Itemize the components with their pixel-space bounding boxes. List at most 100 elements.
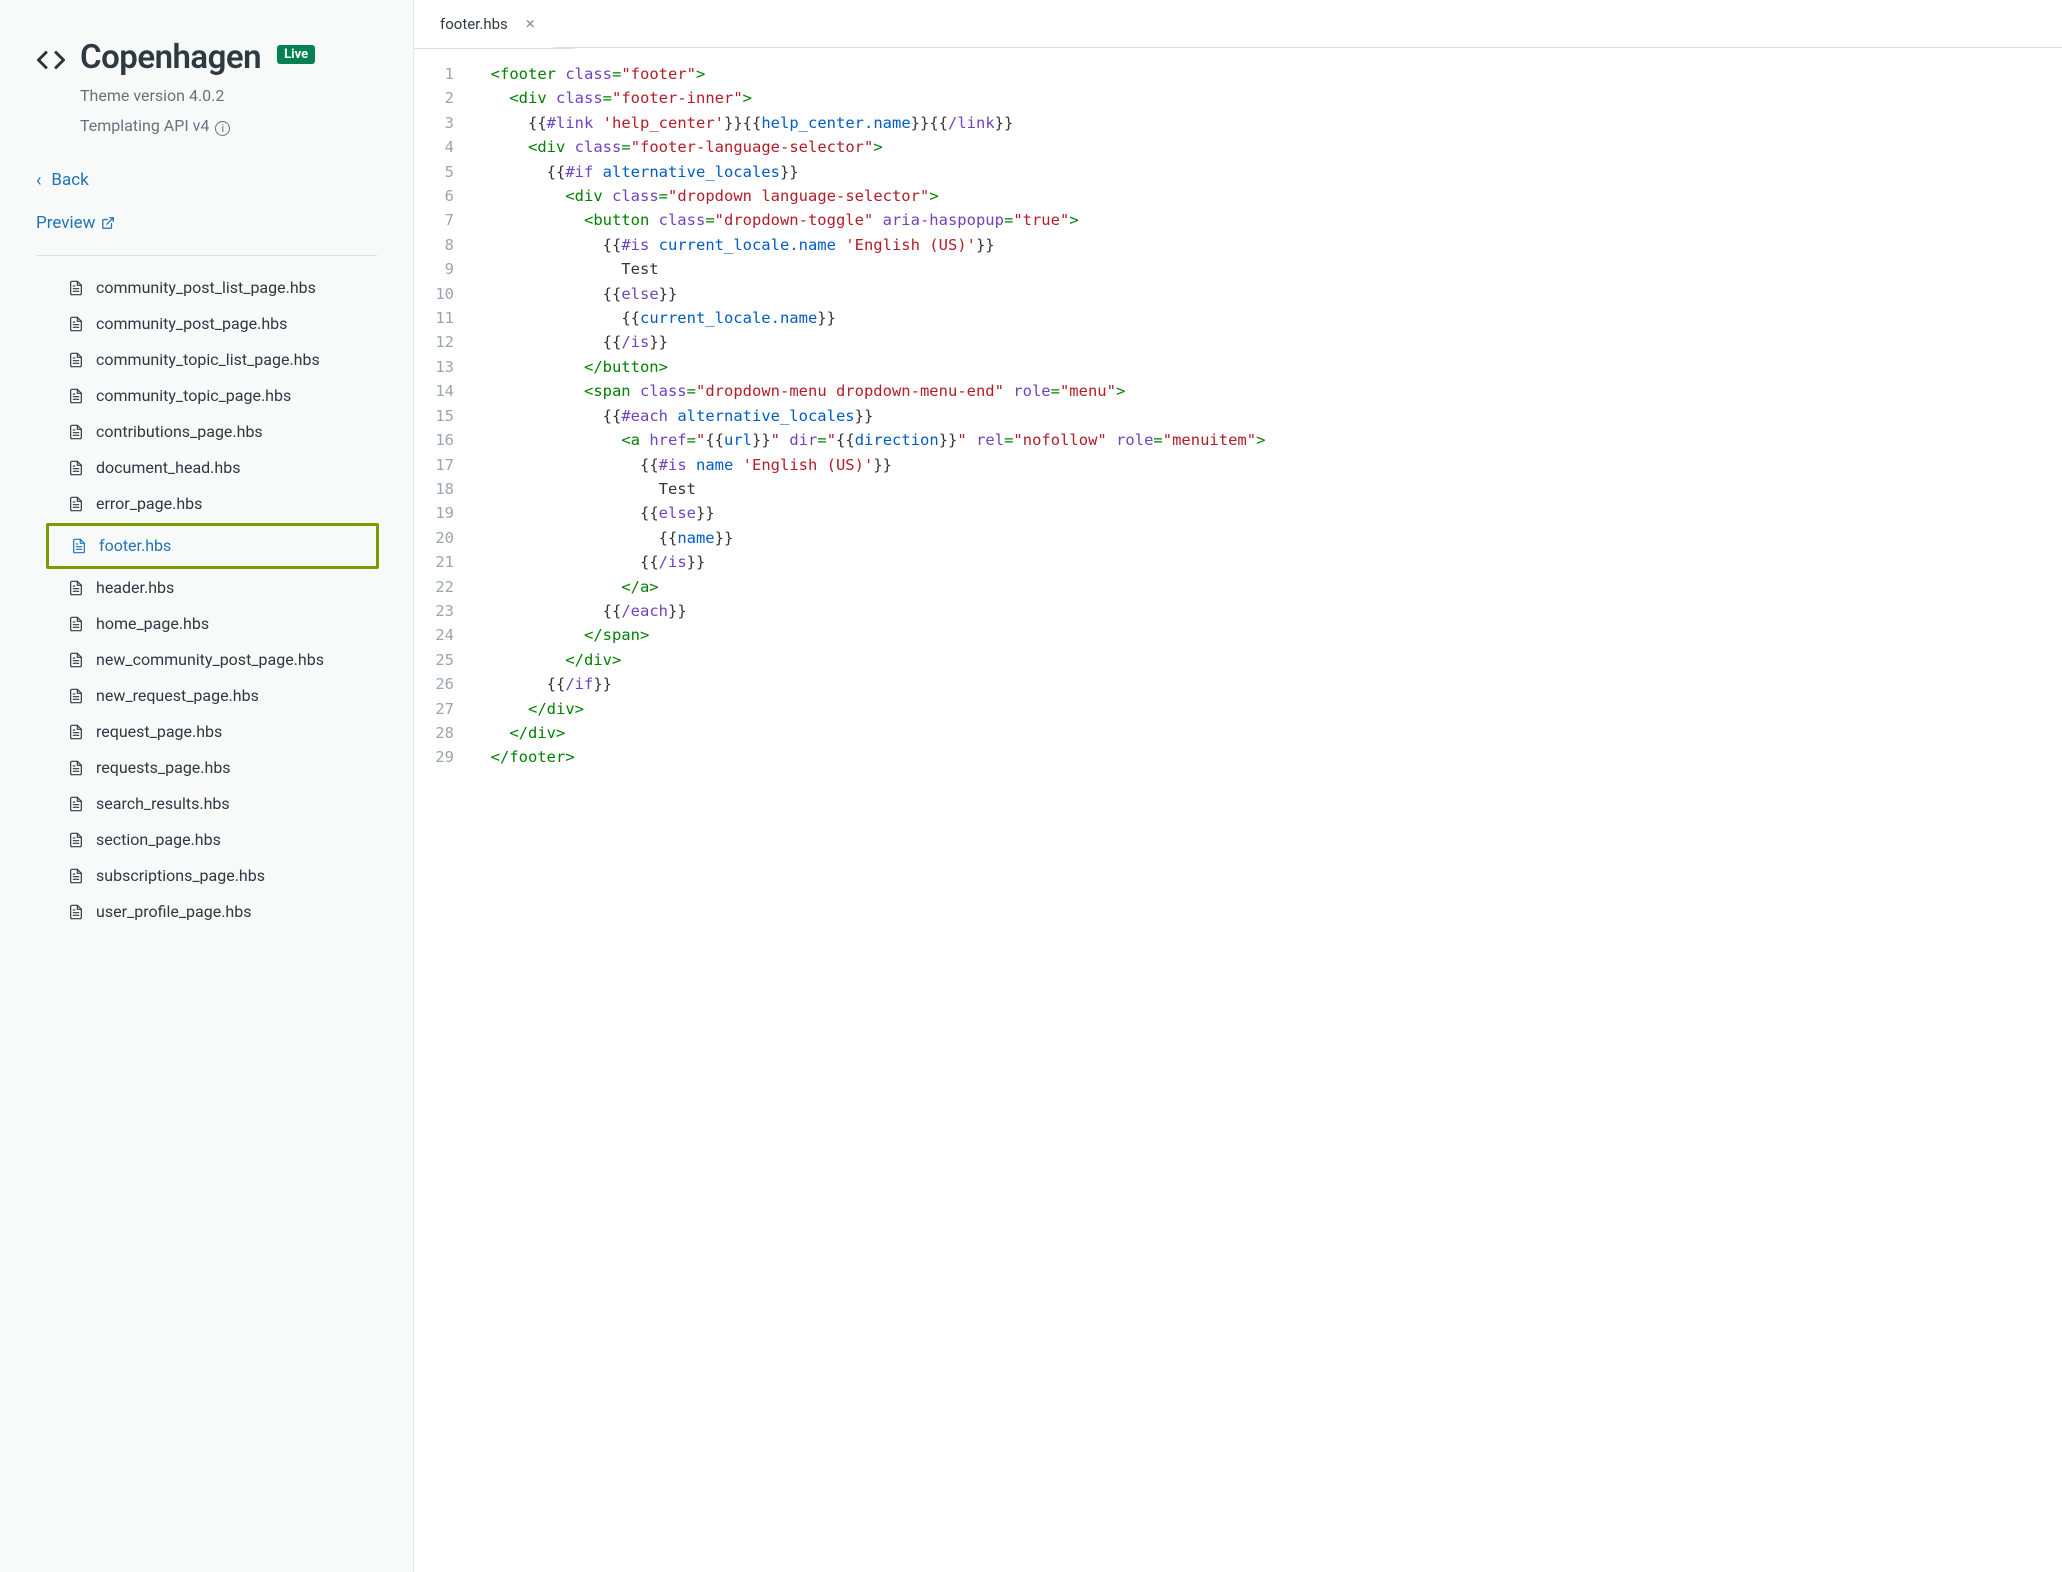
code-line[interactable]: 7 <button class="dropdown-toggle" aria-h… (414, 208, 2062, 232)
code-content[interactable]: {{#is name 'English (US)'}} (472, 453, 892, 477)
code-line[interactable]: 9 Test (414, 257, 2062, 281)
code-line[interactable]: 25 </div> (414, 648, 2062, 672)
chevron-left-icon: ‹ (36, 170, 41, 191)
code-line[interactable]: 5 {{#if alternative_locales}} (414, 160, 2062, 184)
line-number: 2 (414, 86, 472, 110)
file-item-community_topic_page-hbs[interactable]: community_topic_page.hbs (36, 378, 377, 414)
file-item-search_results-hbs[interactable]: search_results.hbs (36, 786, 377, 822)
file-item-user_profile_page-hbs[interactable]: user_profile_page.hbs (36, 894, 377, 930)
code-content[interactable]: </div> (472, 721, 565, 745)
file-icon (68, 758, 84, 778)
file-item-section_page-hbs[interactable]: section_page.hbs (36, 822, 377, 858)
close-icon[interactable]: × (526, 14, 535, 34)
file-name: community_topic_page.hbs (96, 386, 291, 405)
code-content[interactable]: <div class="footer-language-selector"> (472, 135, 883, 159)
code-line[interactable]: 28 </div> (414, 721, 2062, 745)
file-name: new_request_page.hbs (96, 686, 259, 705)
code-line[interactable]: 6 <div class="dropdown language-selector… (414, 184, 2062, 208)
code-content[interactable]: Test (472, 257, 659, 281)
code-content[interactable]: Test (472, 477, 696, 501)
file-item-community_topic_list_page-hbs[interactable]: community_topic_list_page.hbs (36, 342, 377, 378)
code-line[interactable]: 15 {{#each alternative_locales}} (414, 404, 2062, 428)
code-line[interactable]: 12 {{/is}} (414, 330, 2062, 354)
code-content[interactable]: </div> (472, 697, 584, 721)
code-content[interactable]: {{name}} (472, 526, 733, 550)
code-content[interactable]: </button> (472, 355, 668, 379)
code-content[interactable]: {{/if}} (472, 672, 612, 696)
file-item-request_page-hbs[interactable]: request_page.hbs (36, 714, 377, 750)
code-line[interactable]: 29 </footer> (414, 745, 2062, 769)
file-name: community_topic_list_page.hbs (96, 350, 320, 369)
code-content[interactable]: <a href="{{url}}" dir="{{direction}}" re… (472, 428, 1265, 452)
code-content[interactable]: {{current_locale.name}} (472, 306, 836, 330)
code-line[interactable]: 16 <a href="{{url}}" dir="{{direction}}"… (414, 428, 2062, 452)
line-number: 10 (414, 282, 472, 306)
code-content[interactable]: {{else}} (472, 282, 677, 306)
code-line[interactable]: 8 {{#is current_locale.name 'English (US… (414, 233, 2062, 257)
back-link[interactable]: ‹ Back (36, 170, 377, 191)
file-item-new_community_post_page-hbs[interactable]: new_community_post_page.hbs (36, 642, 377, 678)
code-content[interactable]: {{#link 'help_center'}}{{help_center.nam… (472, 111, 1013, 135)
code-content[interactable]: {{#each alternative_locales}} (472, 404, 873, 428)
code-line[interactable]: 20 {{name}} (414, 526, 2062, 550)
file-item-error_page-hbs[interactable]: error_page.hbs (36, 486, 377, 522)
code-line[interactable]: 18 Test (414, 477, 2062, 501)
code-line[interactable]: 23 {{/each}} (414, 599, 2062, 623)
code-line[interactable]: 17 {{#is name 'English (US)'}} (414, 453, 2062, 477)
file-item-contributions_page-hbs[interactable]: contributions_page.hbs (36, 414, 377, 450)
code-content[interactable]: <span class="dropdown-menu dropdown-menu… (472, 379, 1125, 403)
code-line[interactable]: 14 <span class="dropdown-menu dropdown-m… (414, 379, 2062, 403)
preview-link[interactable]: Preview (36, 213, 377, 233)
file-item-home_page-hbs[interactable]: home_page.hbs (36, 606, 377, 642)
file-item-community_post_list_page-hbs[interactable]: community_post_list_page.hbs (36, 270, 377, 306)
file-item-new_request_page-hbs[interactable]: new_request_page.hbs (36, 678, 377, 714)
code-line[interactable]: 2 <div class="footer-inner"> (414, 86, 2062, 110)
code-content[interactable]: {{/each}} (472, 599, 687, 623)
code-line[interactable]: 19 {{else}} (414, 501, 2062, 525)
code-content[interactable]: </span> (472, 623, 649, 647)
code-content[interactable]: <footer class="footer"> (472, 62, 705, 86)
code-line[interactable]: 24 </span> (414, 623, 2062, 647)
tab-footer-hbs[interactable]: footer.hbs× (436, 0, 553, 48)
code-line[interactable]: 1 <footer class="footer"> (414, 62, 2062, 86)
code-content[interactable]: {{else}} (472, 501, 715, 525)
line-number: 3 (414, 111, 472, 135)
code-content[interactable]: </div> (472, 648, 621, 672)
code-line[interactable]: 10 {{else}} (414, 282, 2062, 306)
file-icon (68, 458, 84, 478)
code-editor[interactable]: 1 <footer class="footer">2 <div class="f… (414, 48, 2062, 1572)
line-number: 26 (414, 672, 472, 696)
file-name: subscriptions_page.hbs (96, 866, 265, 885)
line-number: 8 (414, 233, 472, 257)
file-item-footer-hbs[interactable]: footer.hbs (49, 528, 376, 564)
code-content[interactable]: {{/is}} (472, 330, 668, 354)
code-content[interactable]: <div class="dropdown language-selector"> (472, 184, 939, 208)
file-item-document_head-hbs[interactable]: document_head.hbs (36, 450, 377, 486)
file-item-community_post_page-hbs[interactable]: community_post_page.hbs (36, 306, 377, 342)
code-content[interactable]: </a> (472, 575, 659, 599)
file-icon (71, 536, 87, 556)
live-badge: Live (277, 45, 315, 64)
code-line[interactable]: 27 </div> (414, 697, 2062, 721)
file-item-subscriptions_page-hbs[interactable]: subscriptions_page.hbs (36, 858, 377, 894)
code-content[interactable]: {{#is current_locale.name 'English (US)'… (472, 233, 995, 257)
code-line[interactable]: 3 {{#link 'help_center'}}{{help_center.n… (414, 111, 2062, 135)
file-icon (68, 614, 84, 634)
code-content[interactable]: </footer> (472, 745, 575, 769)
code-line[interactable]: 4 <div class="footer-language-selector"> (414, 135, 2062, 159)
file-name: error_page.hbs (96, 494, 202, 513)
code-content[interactable]: <button class="dropdown-toggle" aria-has… (472, 208, 1079, 232)
code-line[interactable]: 13 </button> (414, 355, 2062, 379)
code-line[interactable]: 11 {{current_locale.name}} (414, 306, 2062, 330)
code-content[interactable]: {{/is}} (472, 550, 705, 574)
code-line[interactable]: 22 </a> (414, 575, 2062, 599)
file-item-header-hbs[interactable]: header.hbs (36, 570, 377, 606)
code-line[interactable]: 21 {{/is}} (414, 550, 2062, 574)
info-icon[interactable]: i (215, 121, 230, 136)
file-icon (68, 314, 84, 334)
code-line[interactable]: 26 {{/if}} (414, 672, 2062, 696)
code-content[interactable]: <div class="footer-inner"> (472, 86, 752, 110)
code-content[interactable]: {{#if alternative_locales}} (472, 160, 799, 184)
file-icon (68, 686, 84, 706)
file-item-requests_page-hbs[interactable]: requests_page.hbs (36, 750, 377, 786)
